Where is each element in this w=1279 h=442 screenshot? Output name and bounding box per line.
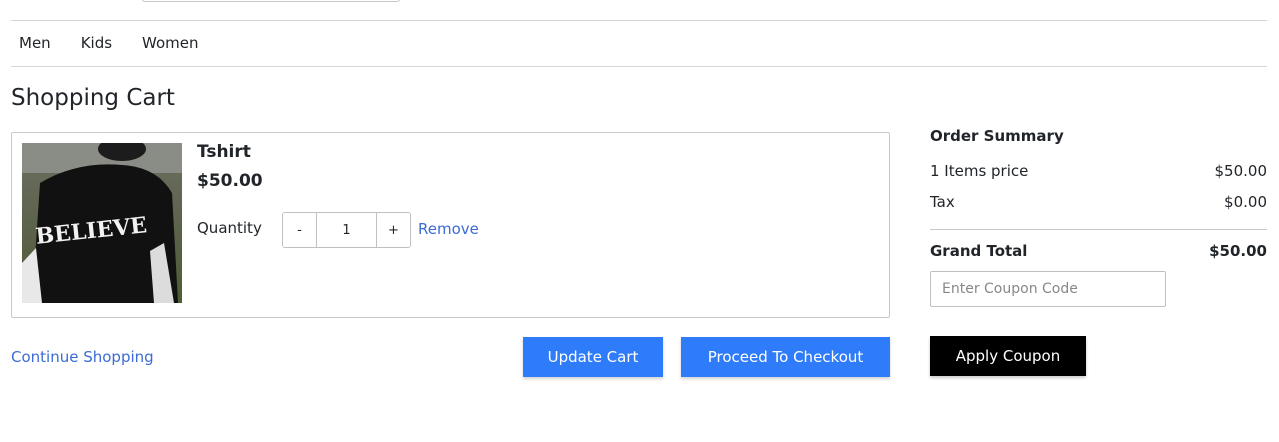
tax-value: $0.00 [1224, 193, 1267, 211]
quantity-stepper: - 1 + [282, 212, 411, 248]
nav-item-women[interactable]: Women [142, 33, 198, 53]
update-cart-button[interactable]: Update Cart [523, 337, 663, 377]
page-title: Shopping Cart [11, 85, 175, 111]
decrement-button[interactable]: - [283, 213, 316, 247]
summary-divider [930, 229, 1267, 230]
quantity-label: Quantity [197, 219, 262, 237]
header-divider [11, 20, 1267, 21]
product-price: $50.00 [197, 171, 263, 191]
nav-item-kids[interactable]: Kids [81, 33, 112, 53]
order-summary-title: Order Summary [930, 127, 1064, 145]
coupon-code-input[interactable] [930, 271, 1166, 307]
cart-item-card: BELIEVE Tshirt $50.00 Quantity - 1 + Rem… [11, 132, 890, 318]
increment-button[interactable]: + [377, 213, 410, 247]
product-name[interactable]: Tshirt [197, 142, 251, 162]
category-nav: Men Kids Women [19, 33, 229, 53]
grand-total-row: Grand Total $50.00 [930, 241, 1267, 261]
items-price-label: 1 Items price [930, 162, 1029, 180]
grand-total-label: Grand Total [930, 242, 1028, 260]
items-price-value: $50.00 [1214, 162, 1268, 180]
grand-total-value: $50.00 [1209, 242, 1267, 260]
tax-label: Tax [930, 193, 955, 211]
apply-coupon-button[interactable]: Apply Coupon [930, 336, 1086, 376]
nav-item-men[interactable]: Men [19, 33, 51, 53]
search-box-edge[interactable] [142, 0, 400, 2]
continue-shopping-link[interactable]: Continue Shopping [11, 347, 154, 367]
items-price-row: 1 Items price $50.00 [930, 161, 1267, 181]
product-image[interactable]: BELIEVE [22, 143, 182, 303]
tax-row: Tax $0.00 [930, 192, 1267, 212]
nav-divider [11, 66, 1267, 67]
checkout-button[interactable]: Proceed To Checkout [681, 337, 890, 377]
remove-link[interactable]: Remove [418, 219, 479, 239]
quantity-value[interactable]: 1 [316, 213, 377, 247]
